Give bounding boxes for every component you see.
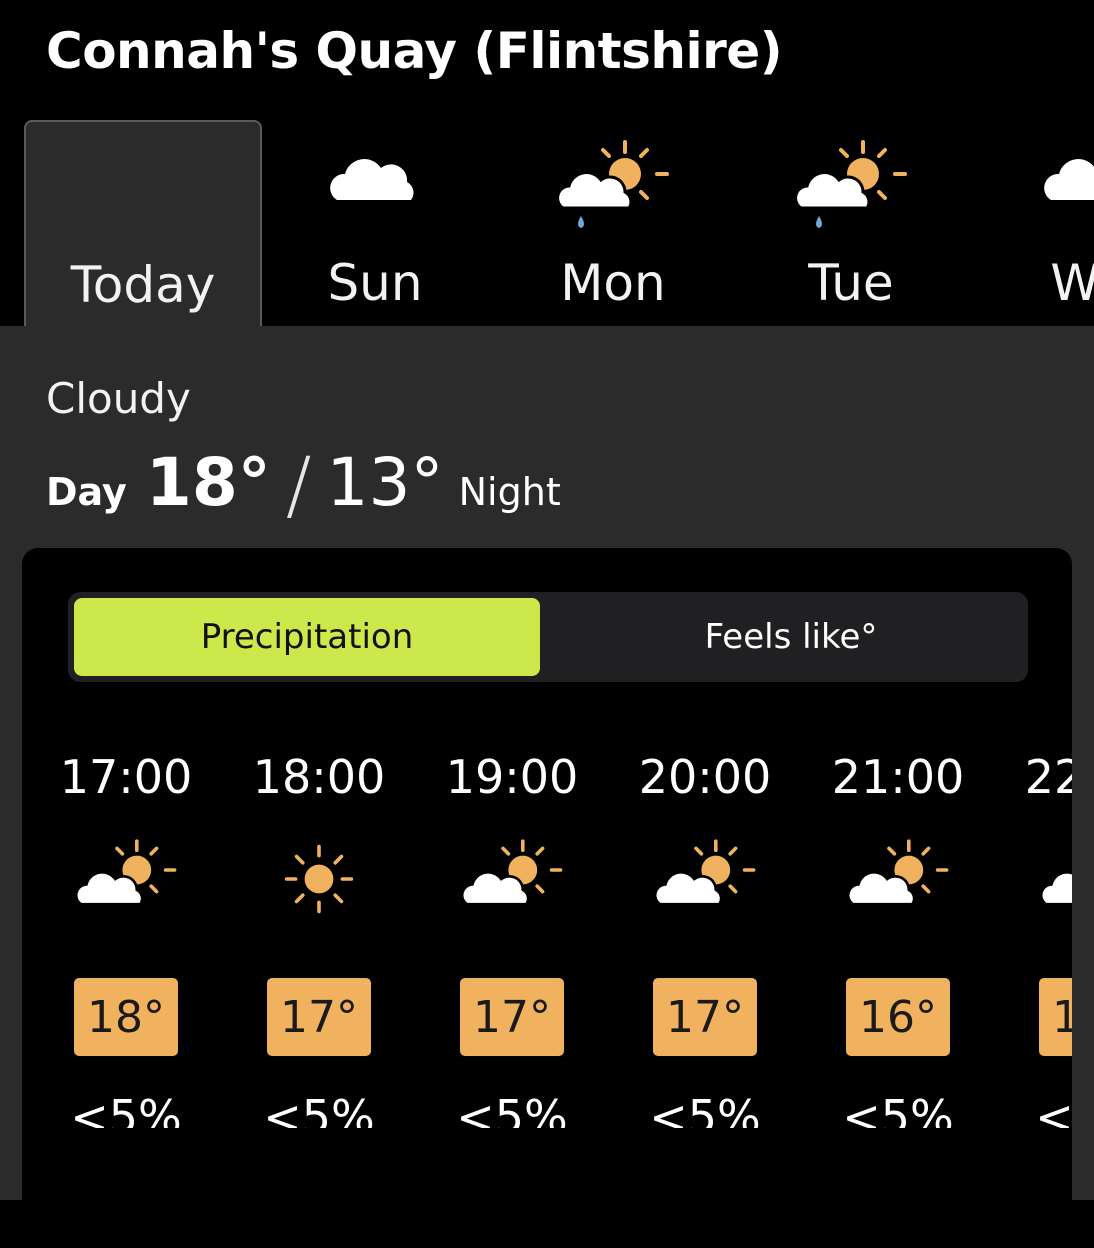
day-night-temps: Day 18° / 13° Night bbox=[46, 434, 561, 529]
hour-item[interactable]: 18:00 17° <5% bbox=[229, 728, 409, 1128]
precipitation-chance: <5% bbox=[456, 1090, 568, 1128]
temp-badge: 18° bbox=[74, 978, 178, 1056]
tab-label: Tue bbox=[808, 254, 894, 312]
night-temp: 13° bbox=[326, 444, 444, 521]
hour-time: 18:00 bbox=[252, 750, 386, 804]
hour-time: 20:00 bbox=[638, 750, 772, 804]
temp-badge: 16° bbox=[1039, 978, 1072, 1056]
temp-badge: 17° bbox=[460, 978, 564, 1056]
weather-summary: Cloudy bbox=[46, 374, 191, 423]
tab-wed[interactable]: We bbox=[970, 120, 1094, 326]
moon-cloud-icon bbox=[1036, 834, 1072, 924]
cloud-icon bbox=[1029, 138, 1094, 238]
hour-item[interactable]: 22:00 16° <5% bbox=[1001, 728, 1072, 1128]
sun-cloud-rain-icon bbox=[791, 138, 911, 238]
precipitation-chance: <5% bbox=[1035, 1090, 1072, 1128]
tab-label: Sun bbox=[327, 254, 423, 312]
tab-sun[interactable]: Sun bbox=[256, 120, 494, 326]
precipitation-chance: <5% bbox=[263, 1090, 375, 1128]
hour-item[interactable]: 20:00 17° <5% bbox=[615, 728, 795, 1128]
tab-today[interactable]: Today bbox=[24, 120, 262, 326]
day-tabs: Today Sun Mon Tue We bbox=[0, 0, 1094, 326]
precipitation-chance: <5% bbox=[842, 1090, 954, 1128]
temp-separator: / bbox=[285, 440, 312, 529]
hour-time: 22:00 bbox=[1024, 750, 1072, 804]
view-toggle: Precipitation Feels like° bbox=[68, 592, 1028, 682]
feels-like-toggle-button[interactable]: Feels like° bbox=[558, 598, 1024, 676]
hourly-forecast-card: Precipitation Feels like° 17:00 18° <5% … bbox=[22, 548, 1072, 1248]
day-label: Day bbox=[46, 470, 127, 514]
day-temp: 18° bbox=[145, 444, 271, 521]
sun-cloud-icon bbox=[650, 834, 760, 924]
hourly-list[interactable]: 17:00 18° <5% 18:00 17° <5% 19:00 17° <5… bbox=[22, 728, 1072, 1128]
hour-time: 21:00 bbox=[831, 750, 965, 804]
hour-item[interactable]: 21:00 16° <5% bbox=[808, 728, 988, 1128]
tab-label: Mon bbox=[560, 254, 666, 312]
hour-time: 17:00 bbox=[59, 750, 193, 804]
cloud-icon bbox=[315, 138, 435, 238]
precipitation-chance: <5% bbox=[70, 1090, 182, 1128]
precipitation-toggle-button[interactable]: Precipitation bbox=[74, 598, 540, 676]
sun-cloud-icon bbox=[843, 834, 953, 924]
hour-time: 19:00 bbox=[445, 750, 579, 804]
precipitation-chance: <5% bbox=[649, 1090, 761, 1128]
night-label: Night bbox=[458, 470, 561, 514]
sun-cloud-rain-icon bbox=[553, 138, 673, 238]
sun-icon bbox=[264, 834, 374, 924]
tab-label: Today bbox=[70, 256, 216, 314]
hour-item[interactable]: 19:00 17° <5% bbox=[422, 728, 602, 1128]
tab-tue[interactable]: Tue bbox=[732, 120, 970, 326]
day-detail-panel: Cloudy Day 18° / 13° Night Precipitation… bbox=[0, 326, 1094, 1248]
hour-item[interactable]: 17:00 18° <5% bbox=[36, 728, 216, 1128]
sun-cloud-icon bbox=[71, 834, 181, 924]
tab-mon[interactable]: Mon bbox=[494, 120, 732, 326]
tab-label: We bbox=[1050, 254, 1094, 312]
temp-badge: 16° bbox=[846, 978, 950, 1056]
temp-badge: 17° bbox=[267, 978, 371, 1056]
sun-cloud-icon bbox=[457, 834, 567, 924]
temp-badge: 17° bbox=[653, 978, 757, 1056]
